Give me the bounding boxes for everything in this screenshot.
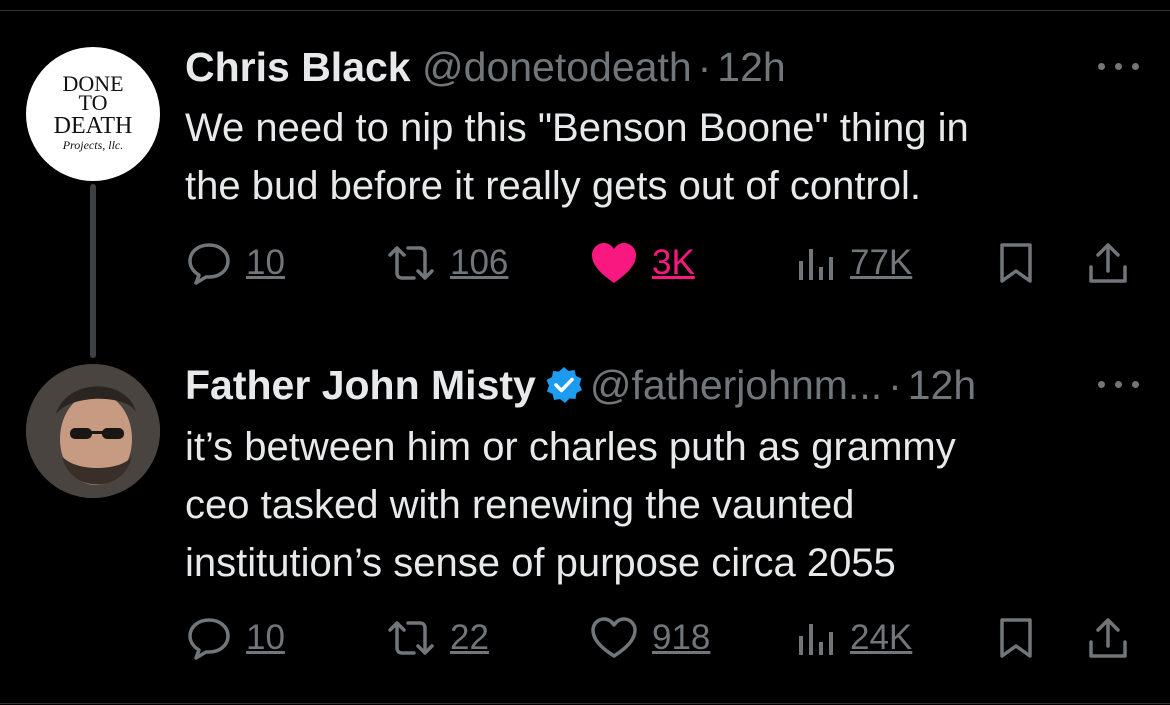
bottom-divider (0, 703, 1170, 704)
author-handle[interactable]: @donetodeath (422, 44, 692, 90)
tweet-actions: 10 22 918 24K (0, 608, 1170, 668)
share-icon (1089, 243, 1127, 283)
bookmark-button[interactable] (998, 233, 1034, 293)
tweet-text-line: ceo tasked with renewing the vaunted (185, 483, 855, 527)
repost-button[interactable]: 22 (386, 608, 489, 668)
tweet-header: Father John Misty @fatherjohnm... · 12h (185, 360, 976, 410)
tweet-text-line: it’s between him or charles puth as gram… (185, 425, 956, 469)
repost-icon (388, 621, 434, 655)
reply-count: 10 (246, 243, 285, 282)
views-button[interactable]: 77K (796, 233, 912, 293)
timestamp[interactable]: 12h (908, 362, 976, 408)
bookmark-icon (1000, 618, 1032, 658)
reply-button[interactable]: 10 (186, 608, 285, 668)
separator: · (888, 362, 902, 408)
svg-text:TO: TO (79, 90, 108, 115)
views-button[interactable]: 24K (796, 608, 912, 668)
more-icon[interactable] (1096, 56, 1142, 76)
reply-count: 10 (246, 618, 285, 657)
tweet-text-line: the bud before it really gets out of con… (185, 164, 921, 208)
more-icon[interactable] (1096, 374, 1142, 394)
heart-icon (591, 617, 637, 658)
bookmark-icon (1000, 243, 1032, 283)
tweet[interactable]: Father John Misty @fatherjohnm... · 12h it… (0, 330, 1170, 702)
like-button[interactable]: 3K (590, 233, 695, 293)
tweet-actions: 10 106 3K 77K (0, 233, 1170, 293)
author-name[interactable]: Chris Black (185, 44, 411, 90)
timestamp[interactable]: 12h (717, 44, 785, 90)
tweet-text-line: institution’s sense of purpose circa 205… (185, 541, 896, 585)
like-count: 918 (652, 618, 711, 657)
reply-icon (188, 618, 230, 660)
repost-button[interactable]: 106 (386, 233, 508, 293)
like-button[interactable]: 918 (590, 608, 710, 668)
verified-badge-icon (546, 367, 582, 403)
views-icon (799, 624, 833, 655)
views-count: 24K (850, 618, 913, 657)
avatar[interactable]: DONE TO DEATH Projects, llc. (26, 47, 160, 181)
svg-text:Projects, llc.: Projects, llc. (62, 138, 124, 152)
share-icon (1089, 618, 1127, 658)
repost-icon (388, 246, 434, 280)
bookmark-button[interactable] (998, 608, 1034, 668)
tweet-text: We need to nip this "Benson Boone" thing… (185, 99, 1145, 215)
svg-text:DEATH: DEATH (54, 113, 133, 139)
reply-button[interactable]: 10 (186, 233, 285, 293)
heart-icon (592, 243, 636, 283)
reply-icon (188, 243, 230, 285)
tweet-text-line: We need to nip this "Benson Boone" thing… (185, 106, 969, 150)
repost-count: 22 (450, 618, 489, 657)
author-handle[interactable]: @fatherjohnm... (590, 362, 882, 408)
views-count: 77K (850, 243, 913, 282)
author-name[interactable]: Father John Misty (185, 362, 536, 408)
share-button[interactable] (1086, 608, 1130, 668)
separator: · (697, 44, 712, 90)
views-icon (799, 249, 833, 280)
tweet[interactable]: DONE TO DEATH Projects, llc. Chris Black… (0, 0, 1170, 358)
like-count: 3K (652, 243, 695, 282)
tweet-text: it’s between him or charles puth as gram… (185, 418, 1145, 592)
avatar[interactable] (26, 364, 160, 498)
share-button[interactable] (1086, 233, 1130, 293)
tweet-header: Chris Black @donetodeath · 12h (185, 42, 786, 92)
repost-count: 106 (450, 243, 509, 282)
